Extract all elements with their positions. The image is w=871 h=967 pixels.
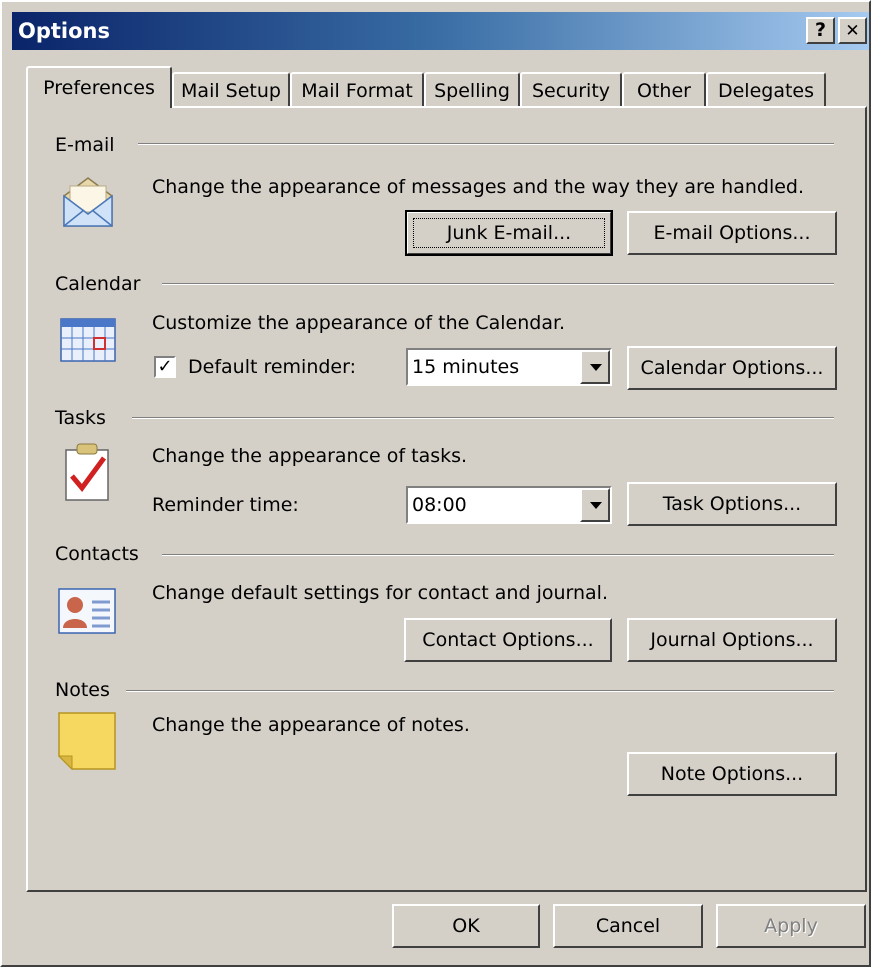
cancel-button[interactable]: Cancel [553,904,703,948]
journal-options-button[interactable]: Journal Options... [627,618,837,662]
email-separator [138,143,834,145]
calendar-options-button[interactable]: Calendar Options... [627,346,837,390]
task-reminder-time-select[interactable]: 08:00 [406,486,612,524]
tasks-description: Change the appearance of tasks. [152,445,468,467]
chevron-down-icon[interactable] [580,350,610,384]
tab-security[interactable]: Security [520,72,622,108]
title-bar[interactable]: Options ? ✕ [12,12,869,50]
tab-delegates[interactable]: Delegates [706,72,826,108]
tab-other[interactable]: Other [622,72,706,108]
tab-spelling[interactable]: Spelling [424,72,520,108]
contacts-section-title: Contacts [55,543,145,565]
tasks-section-title: Tasks [55,407,112,429]
email-description: Change the appearance of messages and th… [152,176,805,198]
task-options-button[interactable]: Task Options... [627,482,837,526]
notes-section-title: Notes [55,679,116,701]
sticky-note-icon [58,712,116,770]
preferences-panel: E-mail Change the appearance of messages… [26,106,867,892]
tab-preferences[interactable]: Preferences [26,66,172,108]
notes-description: Change the appearance of notes. [152,714,470,736]
window-title: Options [18,19,110,43]
junk-email-button[interactable]: Junk E-mail... [405,210,613,256]
default-reminder-label: Default reminder: [188,356,357,378]
email-section-title: E-mail [55,134,121,156]
task-checklist-icon [65,443,109,501]
calendar-section-title: Calendar [55,273,147,295]
task-reminder-time-label: Reminder time: [152,494,299,516]
default-reminder-checkbox[interactable]: ✓ [154,356,176,378]
close-button[interactable]: ✕ [838,17,867,44]
calendar-icon [60,318,116,362]
tab-mail-setup[interactable]: Mail Setup [172,72,290,108]
chevron-down-icon[interactable] [580,488,610,522]
note-options-button[interactable]: Note Options... [627,752,837,796]
contact-card-icon [58,588,116,634]
contacts-separator [162,554,834,556]
help-button[interactable]: ? [806,17,835,44]
options-dialog: Options ? ✕ Preferences Mail Setup Mail … [0,0,871,967]
ok-button[interactable]: OK [392,904,540,948]
contact-options-button[interactable]: Contact Options... [404,618,612,662]
apply-button[interactable]: Apply [716,904,866,948]
email-options-button[interactable]: E-mail Options... [627,211,837,255]
tab-mail-format[interactable]: Mail Format [290,72,424,108]
notes-separator [126,690,834,692]
calendar-separator [162,283,834,285]
email-envelope-icon [63,177,113,227]
calendar-description: Customize the appearance of the Calendar… [152,312,566,334]
tasks-separator [132,417,834,419]
contacts-description: Change default settings for contact and … [152,582,608,604]
default-reminder-select[interactable]: 15 minutes [406,348,612,386]
